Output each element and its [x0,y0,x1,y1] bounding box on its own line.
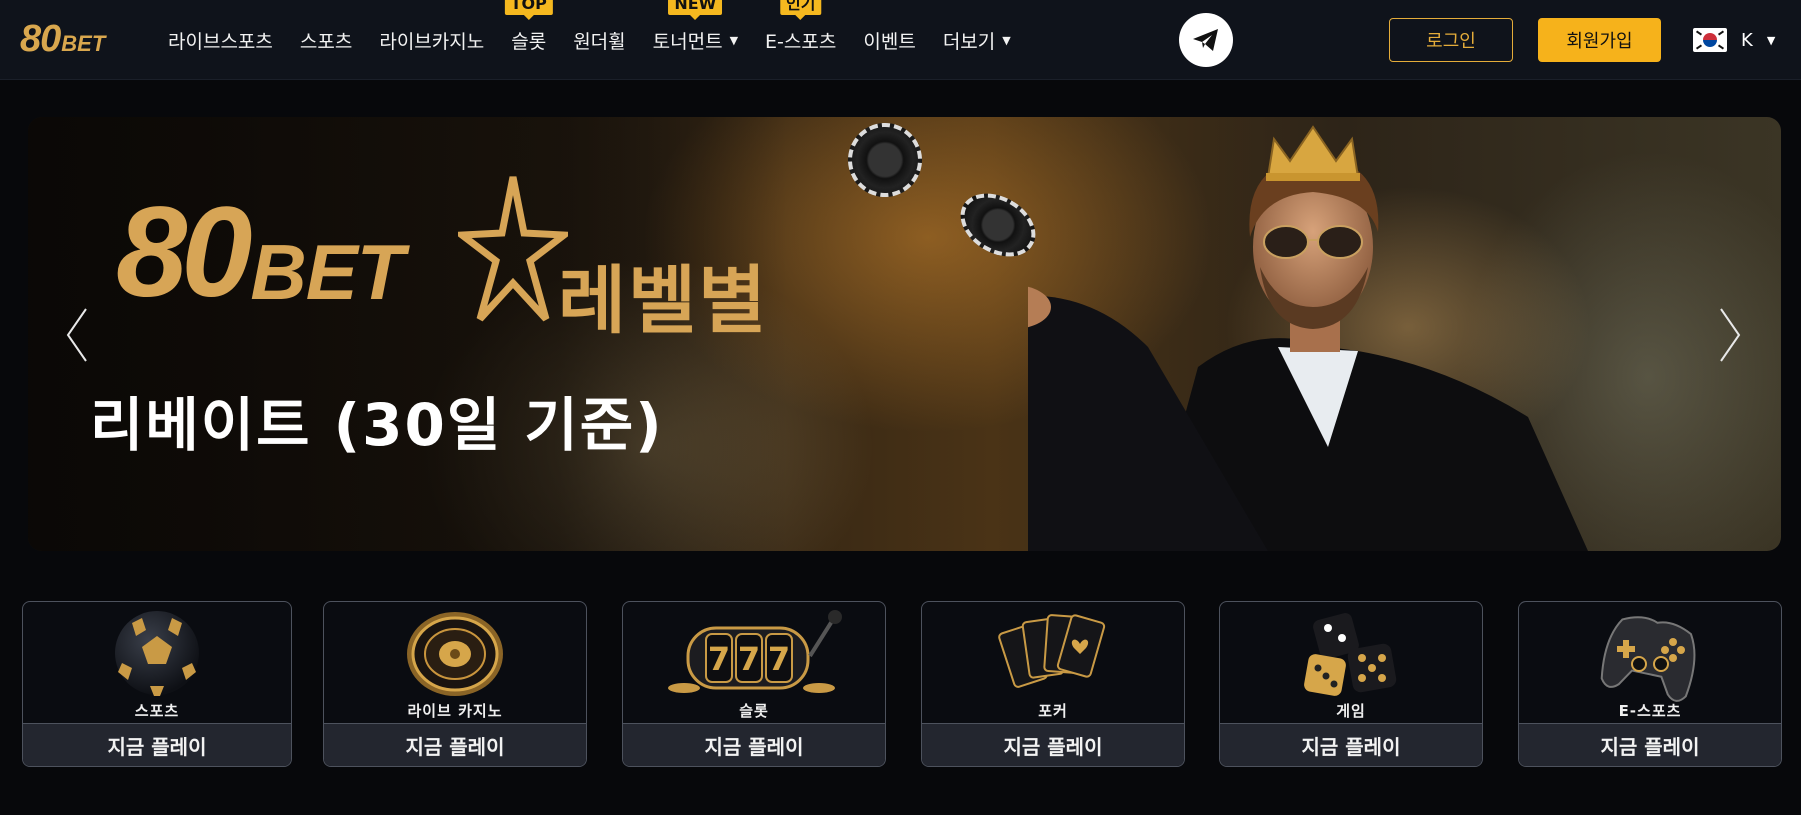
category-card-poker[interactable]: 포커 지금 플레이 [921,601,1185,767]
hero-logo: 80 BET [116,189,404,317]
play-now-button[interactable]: 지금 플레이 [1519,723,1781,766]
nav-esports[interactable]: 인기 E-스포츠 [765,0,837,54]
play-now-button[interactable]: 지금 플레이 [23,723,291,766]
nav-live-casino[interactable]: 라이브카지노 [379,27,484,54]
category-label: 스포츠 [134,702,180,720]
category-card-live-casino[interactable]: 라이브 카지노 지금 플레이 [323,601,587,767]
new-badge: NEW [668,0,723,15]
popular-badge: 인기 [779,0,822,15]
hero-logo-word: BET [250,228,404,316]
nav-tournament[interactable]: NEW 토너먼트 ▼ [652,0,739,54]
casino-chip-icon [835,117,935,210]
nav-label: 라이브카지노 [379,30,485,53]
nav-wonder-wheel[interactable]: 원더휠 [573,27,625,54]
hero-subtitle: 리베이트 (30일 기준) [90,391,664,459]
category-label: E-스포츠 [1618,702,1682,720]
signup-button[interactable]: 회원가입 [1538,18,1661,62]
category-label: 포커 [1038,702,1068,720]
main-nav: 라이브스포츠 스포츠 라이브카지노 TOP 슬롯 원더휠 NEW 토너먼트 ▼ … [168,0,1038,80]
korea-flag-icon [1693,28,1727,52]
nav-label: 이벤트 [863,30,916,53]
site-logo[interactable]: 80 BET [20,18,105,61]
nav-label: 슬롯 [511,30,547,53]
logo-word: BET [61,31,106,56]
nav-slots[interactable]: TOP 슬롯 [504,0,553,54]
svg-text:7: 7 [708,640,730,678]
star-icon [458,176,568,322]
nav-label: E-스포츠 [765,30,837,53]
slot-machine-icon: 7 7 7 [668,610,842,693]
hero-banner[interactable]: 80 BET 레벨별 리베이트 (30일 기준) [28,117,1781,551]
top-header: 80 BET 라이브스포츠 스포츠 라이브카지노 TOP 슬롯 원더휠 NEW … [0,0,1801,80]
roulette-icon [407,612,503,696]
caret-down-icon: ▼ [1002,33,1011,47]
telegram-button[interactable] [1179,13,1233,67]
language-code: K [1741,29,1753,51]
category-label: 슬롯 [739,702,769,720]
play-now-button[interactable]: 지금 플레이 [324,723,586,766]
login-button[interactable]: 로그인 [1389,18,1513,62]
hero-model-image [1028,125,1588,551]
playing-cards-icon [998,614,1106,688]
nav-sports[interactable]: 스포츠 [300,27,352,54]
caret-down-icon: ▼ [729,33,739,47]
category-card-esports[interactable]: E-스포츠 지금 플레이 [1518,601,1782,767]
telegram-icon [1193,29,1218,51]
nav-events[interactable]: 이벤트 [863,27,915,54]
hero-title: 레벨별 [558,258,769,344]
logo-number: 80 [20,18,61,60]
category-card-slots[interactable]: 7 7 7 슬롯 지금 플레이 [622,601,886,767]
nav-label: 원더휠 [573,30,626,53]
svg-text:7: 7 [768,640,790,678]
top-badge: TOP [504,0,553,15]
play-now-button[interactable]: 지금 플레이 [1220,723,1482,766]
nav-label: 라이브스포츠 [168,30,273,53]
language-selector[interactable]: K ▼ [1693,26,1775,54]
category-label: 라이브 카지노 [407,702,503,720]
nav-label: 토너먼트 [652,30,723,53]
soccer-ball-icon [115,611,199,696]
category-card-sports[interactable]: 스포츠 지금 플레이 [22,601,292,767]
caret-down-icon: ▼ [1766,33,1776,47]
nav-more[interactable]: 더보기 ▼ [943,27,1011,54]
category-card-games[interactable]: 게임 지금 플레이 [1219,601,1483,767]
play-now-button[interactable]: 지금 플레이 [623,723,885,766]
nav-label: 더보기 [942,30,996,53]
dice-icon [1304,613,1397,696]
nav-label: 스포츠 [299,30,353,53]
svg-text:7: 7 [738,640,760,678]
chevron-right-icon[interactable] [1717,307,1743,363]
play-now-button[interactable]: 지금 플레이 [922,723,1184,766]
category-label: 게임 [1336,702,1366,720]
gamepad-icon [1600,616,1696,702]
chevron-left-icon[interactable] [64,307,90,363]
hero-logo-number: 80 [116,181,252,324]
nav-live-sports[interactable]: 라이브스포츠 [168,27,273,54]
